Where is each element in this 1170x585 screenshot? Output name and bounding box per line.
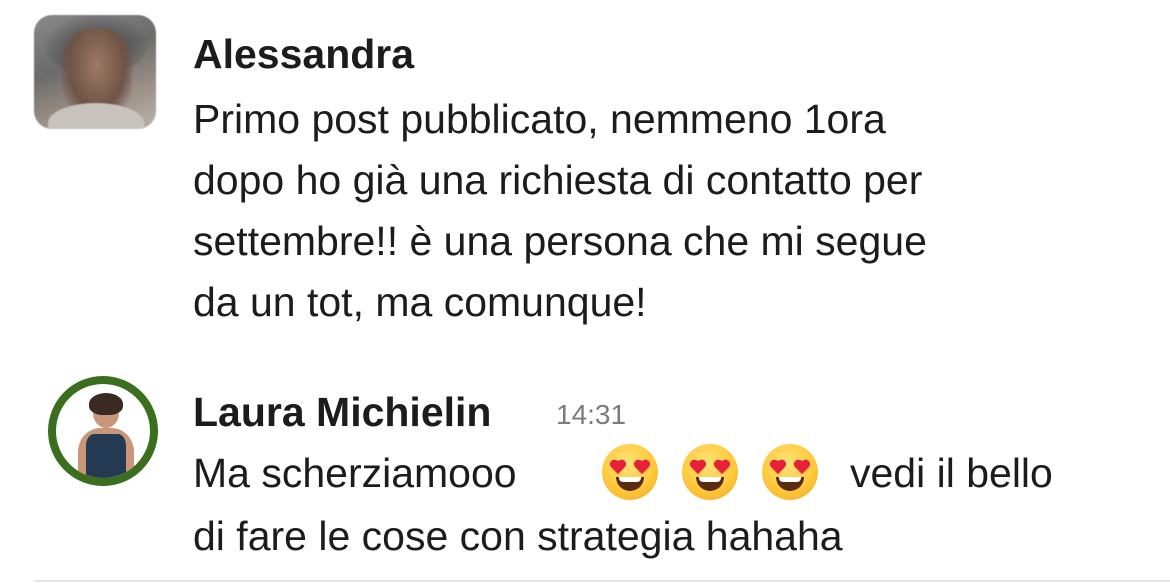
heart-eyes-emoji (682, 444, 738, 500)
heart-eyes-emoji (762, 444, 818, 500)
avatar-top (86, 434, 126, 478)
avatar-hair (89, 393, 123, 415)
message-timestamp[interactable]: 14:31 (556, 395, 626, 435)
emoji-group (602, 442, 842, 502)
author-name[interactable]: Laura Michielin (193, 387, 491, 437)
message-text-line: settembre!! è una persona che mi segue (193, 218, 927, 264)
heart-eyes-emoji (602, 444, 658, 500)
avatar-shoulder (48, 103, 144, 129)
message-text-line: di fare le cose con strategia hahaha (193, 513, 843, 559)
author-name[interactable]: Alessandra (193, 29, 414, 79)
avatar[interactable] (48, 376, 158, 486)
message-item: Alessandra Primo post pubblicato, nemmen… (0, 0, 1170, 360)
divider (34, 580, 1170, 582)
message-text-line: da un tot, ma comunque! (193, 279, 647, 325)
message-item: Laura Michielin 14:31 Ma scherziamooo ve… (0, 360, 1170, 585)
message-text-line: Ma scherziamooo (193, 450, 517, 496)
avatar[interactable] (34, 15, 156, 129)
message-text-line: Primo post pubblicato, nemmeno 1ora (193, 96, 886, 142)
message-text-line: dopo ho già una richiesta di contatto pe… (193, 157, 923, 203)
message-text-segment: vedi il bello (850, 450, 1053, 496)
